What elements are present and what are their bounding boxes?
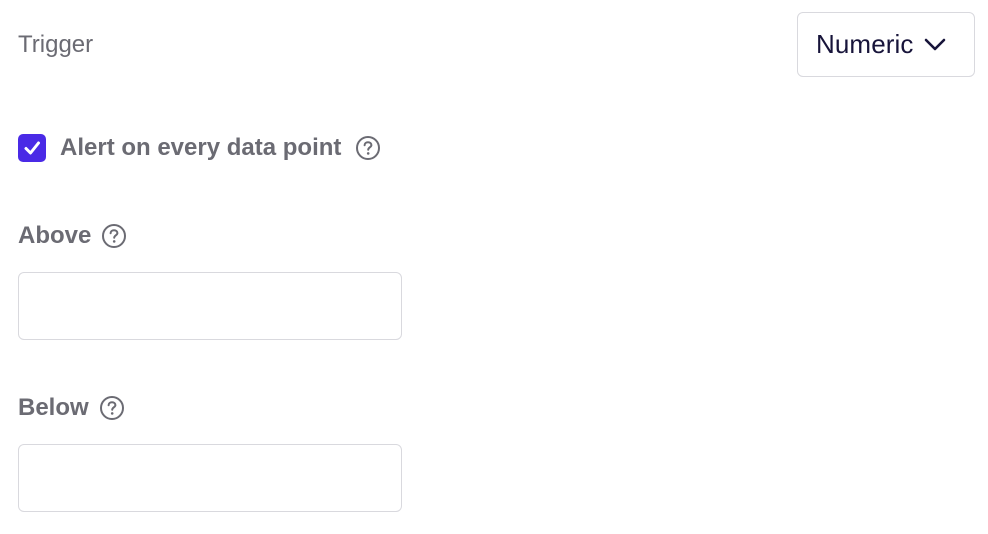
below-input[interactable]	[18, 444, 402, 512]
above-label: Above	[18, 222, 92, 249]
trigger-label: Trigger	[18, 31, 94, 58]
alert-every-point-label: Alert on every data point	[60, 134, 342, 161]
question-circle-icon[interactable]	[355, 135, 381, 161]
above-label-row: Above	[18, 221, 127, 251]
alert-every-point-row: Alert on every data point	[18, 133, 381, 163]
trigger-select-value: Numeric	[816, 29, 914, 59]
chevron-down-icon	[924, 38, 946, 52]
question-circle-icon[interactable]	[99, 395, 125, 421]
below-label-row: Below	[18, 393, 125, 423]
alert-every-point-checkbox[interactable]	[18, 134, 46, 162]
checkmark-icon	[24, 141, 40, 155]
below-label: Below	[18, 394, 89, 421]
question-circle-icon[interactable]	[101, 223, 127, 249]
trigger-type-select[interactable]: Numeric	[797, 12, 975, 77]
above-input[interactable]	[18, 272, 402, 340]
